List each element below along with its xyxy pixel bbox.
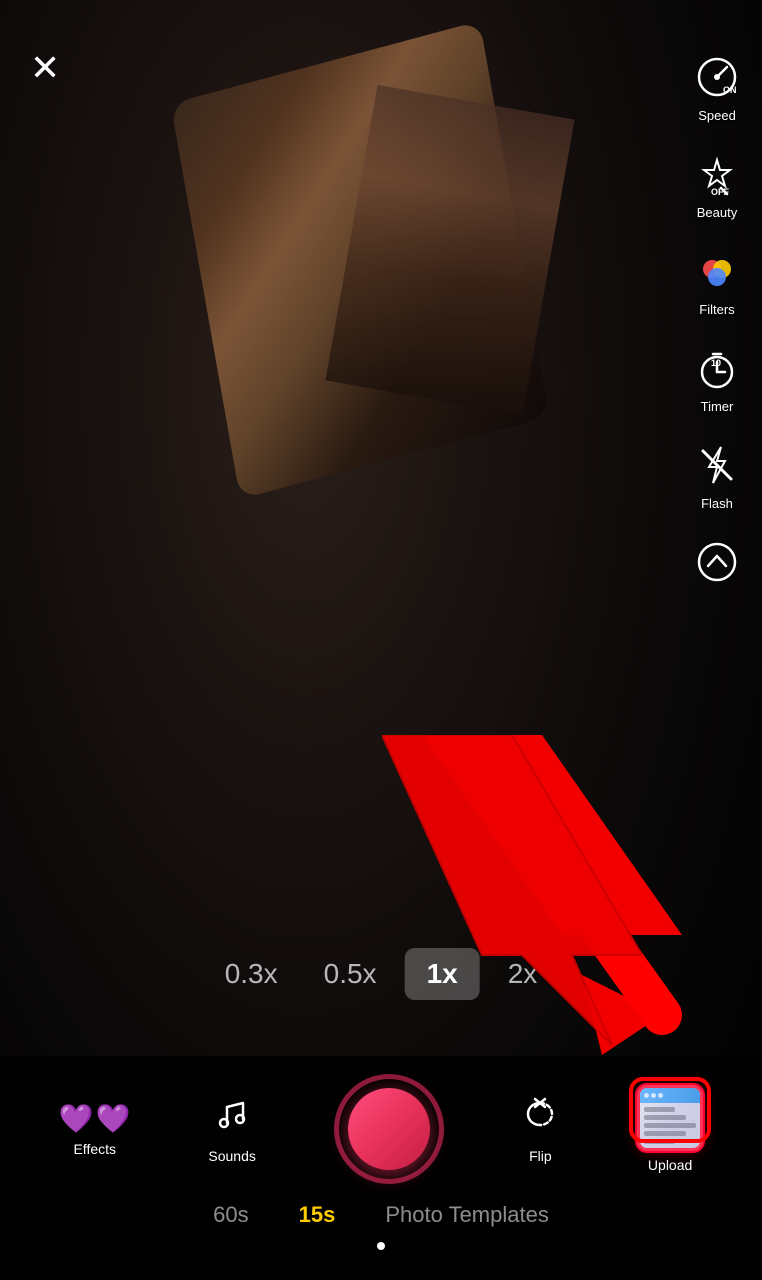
sounds-label: Sounds xyxy=(208,1148,255,1164)
duration-tabs: 60s 15s Photo Templates xyxy=(0,1194,762,1236)
flash-icon xyxy=(690,438,744,492)
svg-text:OFF: OFF xyxy=(711,187,729,196)
timer-tool[interactable]: 10 Timer xyxy=(690,341,744,414)
timer-icon: 10 xyxy=(690,341,744,395)
filters-tool[interactable]: Filters xyxy=(690,244,744,317)
upload-button[interactable]: Upload xyxy=(637,1085,703,1173)
indicator-dot xyxy=(377,1242,385,1250)
flip-icon xyxy=(521,1095,559,1142)
bottom-indicator xyxy=(0,1236,762,1250)
more-icon xyxy=(690,535,744,589)
bottom-controls-section: 💜💜 Effects Sounds xyxy=(0,1056,762,1280)
sounds-icon xyxy=(213,1095,251,1142)
flip-label: Flip xyxy=(529,1148,552,1164)
beauty-label: Beauty xyxy=(697,205,737,220)
beauty-tool[interactable]: OFF Beauty xyxy=(690,147,744,220)
controls-row: 💜💜 Effects Sounds xyxy=(0,1056,762,1194)
flash-tool[interactable]: Flash xyxy=(690,438,744,511)
filters-label: Filters xyxy=(699,302,734,317)
record-button[interactable] xyxy=(334,1074,444,1184)
zoom-2x[interactable]: 2x xyxy=(490,950,556,998)
zoom-03x[interactable]: 0.3x xyxy=(207,950,296,998)
zoom-controls: 0.3x 0.5x 1x 2x xyxy=(207,948,556,1000)
record-button-inner xyxy=(348,1088,430,1170)
right-toolbar: ON Speed OFF Beauty Filters xyxy=(690,50,744,589)
speed-icon: ON xyxy=(690,50,744,104)
sounds-button[interactable]: Sounds xyxy=(208,1095,255,1164)
upload-label: Upload xyxy=(648,1157,692,1173)
filters-icon xyxy=(690,244,744,298)
close-button[interactable]: ✕ xyxy=(30,50,60,86)
upload-preview-thumbnail xyxy=(637,1085,703,1151)
duration-60s[interactable]: 60s xyxy=(213,1202,248,1228)
photo-templates-tab[interactable]: Photo Templates xyxy=(385,1202,548,1228)
flash-label: Flash xyxy=(701,496,733,511)
speed-tool[interactable]: ON Speed xyxy=(690,50,744,123)
flip-button[interactable]: Flip xyxy=(521,1095,559,1164)
effects-button[interactable]: 💜💜 Effects xyxy=(59,1102,131,1157)
more-tool[interactable] xyxy=(690,535,744,589)
effects-label: Effects xyxy=(73,1141,116,1157)
timer-label: Timer xyxy=(701,399,734,414)
zoom-1x[interactable]: 1x xyxy=(405,948,480,1000)
svg-text:ON: ON xyxy=(723,85,737,95)
zoom-05x[interactable]: 0.5x xyxy=(306,950,395,998)
speed-label: Speed xyxy=(698,108,736,123)
beauty-icon: OFF xyxy=(690,147,744,201)
svg-text:10: 10 xyxy=(711,358,721,368)
effects-icon: 💜💜 xyxy=(59,1102,131,1135)
duration-15s[interactable]: 15s xyxy=(299,1202,336,1228)
